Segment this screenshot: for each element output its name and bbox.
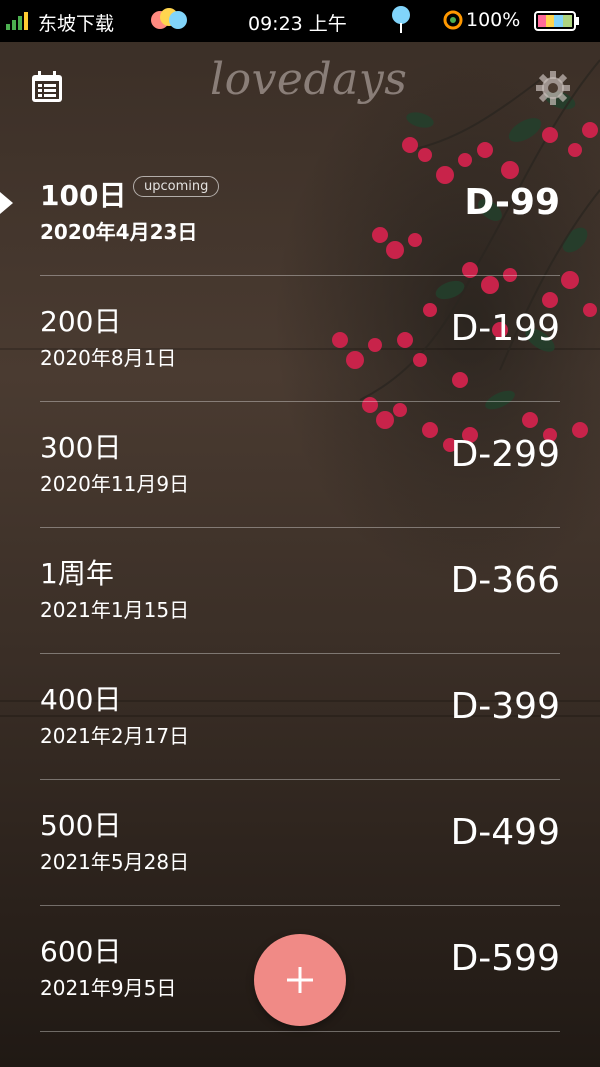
item-title: 1周年: [40, 557, 114, 590]
upcoming-badge: upcoming: [133, 176, 220, 197]
app-logo: lovedays: [210, 54, 408, 105]
item-date: 2020年11月9日: [40, 472, 190, 496]
item-dday: D-366: [450, 560, 560, 601]
item-date: 2021年1月15日: [40, 598, 190, 622]
item-dday: D-199: [450, 308, 560, 349]
status-ring-icon: [443, 10, 463, 30]
battery-icon: [534, 11, 579, 31]
list-item[interactable]: 100日 upcoming 2020年4月23日 D-99: [0, 150, 600, 276]
plus-icon: [287, 967, 313, 993]
item-title: 100日: [40, 179, 127, 212]
item-date: 2021年9月5日: [40, 976, 177, 1000]
item-dday: D-99: [464, 182, 560, 223]
screen: 东坡下载 09:23 上午 100% lovedays 100日 upcomin…: [0, 0, 600, 1067]
item-dday: D-599: [450, 938, 560, 979]
list-item[interactable]: 400日 2021年2月17日 D-399: [0, 654, 600, 780]
item-date: 2021年5月28日: [40, 850, 190, 874]
calendar-icon[interactable]: [30, 70, 64, 104]
status-bar: 东坡下载 09:23 上午 100%: [0, 0, 600, 42]
item-title: 400日: [40, 683, 122, 716]
anniversary-list: 100日 upcoming 2020年4月23日 D-99 200日 2020年…: [0, 150, 600, 1032]
current-item-marker: [0, 192, 13, 214]
battery-percent: 100%: [466, 9, 521, 31]
item-dday: D-399: [450, 686, 560, 727]
clock: 09:23 上午: [248, 13, 347, 35]
item-date: 2021年2月17日: [40, 724, 190, 748]
list-item[interactable]: 200日 2020年8月1日 D-199: [0, 276, 600, 402]
item-date: 2020年8月1日: [40, 346, 177, 370]
balloon-icon: [151, 8, 187, 29]
item-title: 200日: [40, 305, 122, 338]
list-item[interactable]: 300日 2020年11月9日 D-299: [0, 402, 600, 528]
location-icon: [392, 6, 410, 33]
add-button[interactable]: [254, 934, 346, 1026]
carrier-name: 东坡下载: [38, 13, 115, 35]
list-item[interactable]: 500日 2021年5月28日 D-499: [0, 780, 600, 906]
item-dday: D-499: [450, 812, 560, 853]
divider: [40, 1031, 560, 1032]
signal-icon: [6, 12, 28, 30]
item-title: 300日: [40, 431, 122, 464]
gear-icon[interactable]: [535, 70, 571, 106]
item-date: 2020年4月23日: [40, 220, 198, 244]
item-title: 500日: [40, 809, 122, 842]
list-item[interactable]: 1周年 2021年1月15日 D-366: [0, 528, 600, 654]
item-title: 600日: [40, 935, 122, 968]
item-dday: D-299: [450, 434, 560, 475]
